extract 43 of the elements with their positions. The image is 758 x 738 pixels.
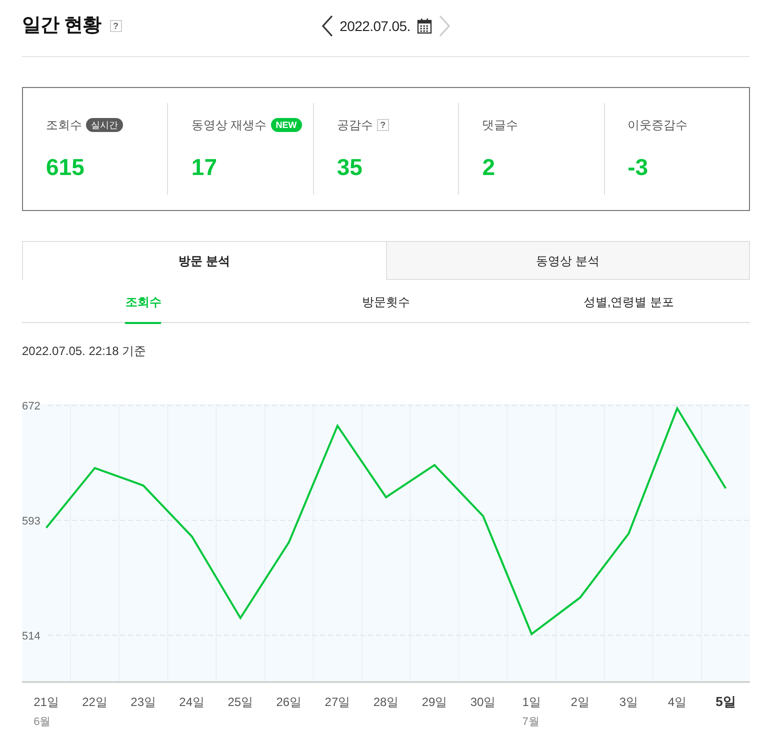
month-label: 7월 xyxy=(522,716,540,728)
x-axis-label: 27일 xyxy=(324,695,350,709)
stat-value: 2 xyxy=(482,154,496,180)
stat-value: 615 xyxy=(46,154,84,180)
x-axis-label: 30일 xyxy=(470,695,496,709)
month-label: 6월 xyxy=(34,716,51,728)
x-axis-label: 2일 xyxy=(570,695,590,709)
help-icon[interactable]: ? xyxy=(110,20,122,32)
x-axis-label: 5일 xyxy=(716,694,736,709)
stat-label: 댓글수 xyxy=(482,117,518,134)
sub-tab[interactable]: 방문횟수 xyxy=(362,280,410,324)
stat-label: 조회수 xyxy=(46,117,82,134)
x-axis-label: 29일 xyxy=(422,695,448,709)
x-axis-label: 22일 xyxy=(82,695,108,709)
help-icon[interactable]: ? xyxy=(376,119,389,131)
y-axis-label: 672 xyxy=(22,400,40,412)
date-label: 2022.07.05. xyxy=(340,16,410,36)
new-badge: NEW xyxy=(270,118,302,132)
stat-label: 이웃증감수 xyxy=(628,117,688,134)
stat-label: 동영상 재생수 xyxy=(191,117,267,134)
stat-value: -3 xyxy=(628,154,648,180)
x-axis-label: 24일 xyxy=(179,695,205,709)
x-axis-label: 25일 xyxy=(228,695,254,709)
x-axis-label: 23일 xyxy=(130,695,156,709)
x-axis-label: 26일 xyxy=(276,695,302,709)
page-title: 일간 현황 xyxy=(22,14,101,38)
timestamp-text: 2022.07.05. 22:18 기준 xyxy=(22,343,146,359)
y-axis-label: 593 xyxy=(22,515,40,528)
stat-value: 35 xyxy=(336,154,362,180)
x-axis-label: 28일 xyxy=(373,695,399,709)
y-axis-label: 514 xyxy=(22,630,40,642)
calendar-icon[interactable] xyxy=(417,18,432,34)
chevron-left-icon[interactable] xyxy=(322,15,333,37)
sub-tab[interactable]: 성별,연령별 분포 xyxy=(583,280,674,324)
x-axis-label: 4일 xyxy=(668,695,687,709)
x-axis-label: 1일 xyxy=(522,695,541,709)
tab[interactable]: 방문 분석 xyxy=(22,241,386,280)
realtime-badge: 실시간 xyxy=(86,118,123,132)
stat-label: 공감수 xyxy=(336,117,373,134)
x-axis-label: 21일 xyxy=(34,695,59,709)
tab[interactable]: 동영상 분석 xyxy=(386,241,750,280)
stat-value: 17 xyxy=(191,154,217,180)
x-axis-label: 3일 xyxy=(619,695,638,709)
